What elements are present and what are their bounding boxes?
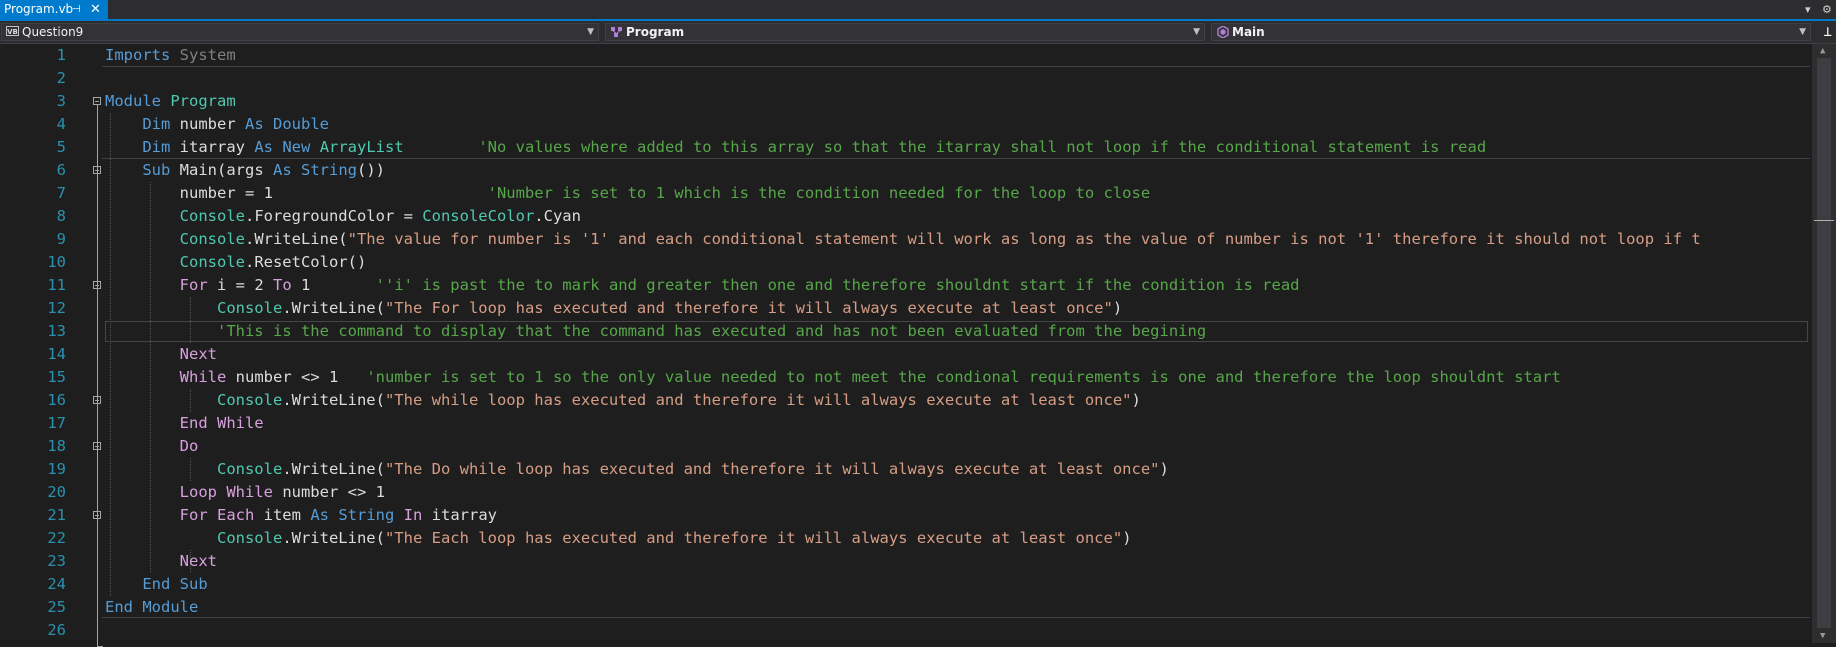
collapse-sub-icon[interactable] [93,166,101,174]
code-line-23[interactable]: Next [105,550,217,573]
code-line-11[interactable]: For i = 2 To 1 ''i' is past the to mark … [105,274,1300,297]
line-number-gutter: 1 2 3 4 5 6 7 8 9 10 11 12 13 14 15 16 1… [0,44,90,643]
collapse-while-icon[interactable] [93,396,101,404]
type-label: Program [626,25,685,39]
code-line-20[interactable]: Loop While number <> 1 [105,481,385,504]
code-line-6[interactable]: Sub Main(args As String()) [105,159,385,182]
line-number: 19 [47,460,66,478]
line-number: 23 [47,552,66,570]
line-number: 21 [47,506,66,524]
line-number: 20 [47,483,66,501]
outline-line [97,105,98,646]
code-line-5[interactable]: Dim itarray As New ArrayList 'No values … [105,136,1486,159]
line-number: 7 [56,184,66,202]
split-window-icon[interactable]: ⊥ [1824,24,1832,40]
code-editor[interactable]: 1 2 3 4 5 6 7 8 9 10 11 12 13 14 15 16 1… [0,44,1812,647]
chevron-down-icon: ▼ [1799,27,1806,37]
member-label: Main [1232,25,1265,39]
member-dropdown[interactable]: Main ▼ [1211,23,1811,41]
tab-title: Program.vb [4,2,74,16]
project-label: Question9 [22,25,84,39]
code-line-12[interactable]: Console.WriteLine("The For loop has exec… [105,297,1122,320]
line-number: 15 [47,368,66,386]
code-line-22[interactable]: Console.WriteLine("The Each loop has exe… [105,527,1132,550]
module-icon [610,26,624,38]
procedure-separator [102,617,1810,618]
code-line-13[interactable]: 'This is the command to display that the… [105,320,1206,343]
line-number: 17 [47,414,66,432]
line-number: 25 [47,598,66,616]
chevron-down-icon: ▼ [1193,27,1200,37]
gear-icon[interactable]: ⚙ [1822,0,1832,19]
vb-project-icon: VB [6,26,19,36]
close-icon[interactable]: ✕ [90,0,101,19]
line-number: 8 [56,207,66,225]
line-number: 1 [56,46,66,64]
chevron-down-icon: ▼ [587,27,594,37]
code-line-8[interactable]: Console.ForegroundColor = ConsoleColor.C… [105,205,581,228]
code-line-19[interactable]: Console.WriteLine("The Do while loop has… [105,458,1169,481]
line-number: 24 [47,575,66,593]
pin-icon[interactable]: ⊣ [72,0,81,19]
navigation-bar: VB Question9 ▼ Program ▼ Main ▼ ⊥ [0,21,1836,44]
collapse-for-icon[interactable] [93,281,101,289]
line-number: 14 [47,345,66,363]
line-number: 9 [56,230,66,248]
document-tab-strip: Program.vb ⊣ ✕ ▾ ⚙ [0,0,1836,21]
line-number: 12 [47,299,66,317]
method-icon [1216,25,1230,39]
code-line-10[interactable]: Console.ResetColor() [105,251,367,274]
tab-program-vb[interactable]: Program.vb ⊣ ✕ [0,0,108,19]
scroll-up-icon[interactable]: ▲ [1820,46,1825,56]
code-line-1[interactable]: Imports System [105,44,236,67]
collapse-do-icon[interactable] [93,442,101,450]
code-line-4[interactable]: Dim number As Double [105,113,329,136]
line-number: 10 [47,253,66,271]
collapse-foreach-icon[interactable] [93,511,101,519]
procedure-separator [102,66,1810,67]
code-line-18[interactable]: Do [105,435,199,458]
caret-position-marker [1814,220,1834,221]
type-dropdown[interactable]: Program ▼ [605,23,1205,41]
scrollbar-thumb[interactable] [1817,58,1831,628]
line-number: 3 [56,92,66,110]
code-line-16[interactable]: Console.WriteLine("The while loop has ex… [105,389,1141,412]
collapse-module-icon[interactable] [93,97,101,105]
code-line-25[interactable]: End Module [105,596,198,619]
tab-list-dropdown-icon[interactable]: ▾ [1805,0,1811,19]
code-line-15[interactable]: While number <> 1 'number is set to 1 so… [105,366,1561,389]
code-line-24[interactable]: End Sub [105,573,207,596]
line-number: 6 [56,161,66,179]
code-line-21[interactable]: For Each item As String In itarray [105,504,497,527]
line-number: 26 [47,621,66,639]
line-number: 11 [47,276,66,294]
scroll-down-icon[interactable]: ▼ [1820,631,1825,641]
project-dropdown[interactable]: VB Question9 ▼ [1,23,599,41]
line-number: 22 [47,529,66,547]
code-line-14[interactable]: Next [105,343,217,366]
line-number: 2 [56,69,66,87]
vertical-scrollbar[interactable]: ▲ ▼ [1812,44,1836,643]
line-number: 13 [47,322,66,340]
code-line-17[interactable]: End While [105,412,264,435]
line-number: 4 [56,115,66,133]
code-line-7[interactable]: number = 1 'Number is set to 1 which is … [105,182,1151,205]
line-number: 18 [47,437,66,455]
code-line-3[interactable]: Module Program [105,90,236,113]
line-number: 16 [47,391,66,409]
line-number: 5 [56,138,66,156]
code-line-9[interactable]: Console.WriteLine("The value for number … [105,228,1701,251]
